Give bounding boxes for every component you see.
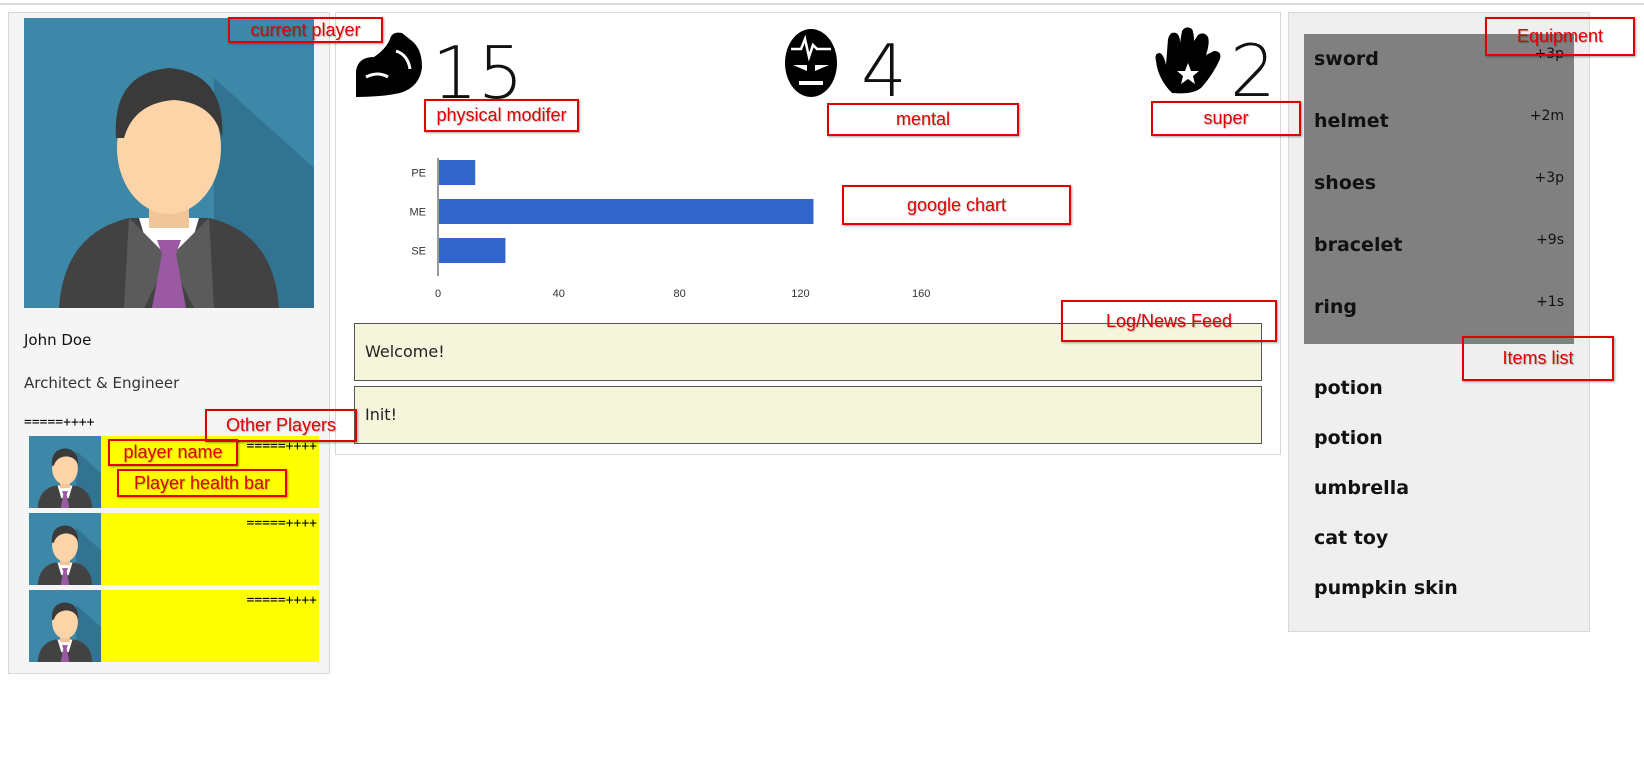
other-player-avatar (29, 436, 101, 508)
annotation-player-name: player name (108, 439, 238, 466)
chart-bar-se (439, 238, 506, 263)
equipment-list: sword +3p helmet +2m shoes +3p bracelet … (1304, 34, 1574, 344)
equipment-modifier: +2m (1529, 108, 1564, 124)
burst-hand-icon (1155, 27, 1221, 94)
annotation-physical: physical modifer (424, 99, 579, 132)
player-health-bar: =====++++ (24, 415, 95, 430)
other-player-card[interactable]: =====++++ (29, 590, 319, 662)
equipment-item[interactable]: bracelet +9s (1304, 220, 1574, 282)
chart-category-label: ME (410, 207, 427, 219)
list-item[interactable]: cat toy (1314, 523, 1458, 573)
player-role: Architect & Engineer (24, 374, 180, 392)
annotation-equipment: Equipment (1485, 17, 1635, 56)
stats-bar-chart: PE ME SE 0 40 80 120 160 (410, 158, 930, 300)
equipment-modifier: +1s (1536, 294, 1564, 310)
equipment-modifier: +3p (1534, 170, 1564, 186)
other-player-avatar (29, 590, 101, 662)
list-item[interactable]: pumpkin skin (1314, 573, 1458, 623)
list-item[interactable]: umbrella (1314, 473, 1458, 523)
other-player-card[interactable]: =====++++ (29, 513, 319, 585)
annotation-chart: google chart (842, 185, 1071, 225)
super-value: 2 (1230, 29, 1276, 113)
annotation-feed: Log/News Feed (1061, 300, 1277, 342)
inventory-panel: sword +3p helmet +2m shoes +3p bracelet … (1288, 12, 1590, 632)
annotation-mental: mental (827, 103, 1019, 136)
equipment-item[interactable]: shoes +3p (1304, 158, 1574, 220)
feed-entry: Init! (354, 386, 1262, 444)
chart-bar-me (439, 199, 814, 224)
list-item[interactable]: potion (1314, 373, 1458, 423)
other-player-health-bar: =====++++ (246, 516, 317, 531)
equipment-name: ring (1314, 296, 1358, 318)
top-divider (0, 3, 1644, 5)
chart-category-label: SE (411, 246, 426, 258)
player-avatar (24, 18, 314, 308)
chart-bar-pe (439, 160, 476, 185)
chart-tick-label: 160 (912, 288, 930, 300)
annotation-current-player: current player (228, 17, 383, 43)
equipment-name: shoes (1314, 172, 1377, 194)
stats-panel: 15 4 2 PE ME SE 0 40 80 120 160 Welcome! Init! (335, 12, 1281, 455)
stat-super: 2 (1150, 25, 1276, 107)
equipment-name: sword (1314, 48, 1379, 70)
annotation-other-players: Other Players (205, 409, 357, 442)
equipment-item[interactable]: helmet +2m (1304, 96, 1574, 158)
equipment-name: bracelet (1314, 234, 1403, 256)
annotation-super: super (1151, 101, 1301, 136)
chart-tick-label: 120 (791, 288, 809, 300)
chart-tick-label: 40 (553, 288, 565, 300)
mental-value: 4 (861, 29, 907, 113)
brain-mask-icon (785, 29, 837, 97)
annotation-items: Items list (1462, 336, 1614, 381)
other-player-health-bar: =====++++ (246, 593, 317, 608)
equipment-item[interactable]: ring +1s (1304, 282, 1574, 344)
equipment-name: helmet (1314, 110, 1389, 132)
items-list: potion potion umbrella cat toy pumpkin s… (1314, 373, 1458, 623)
annotation-health-bar: Player health bar (117, 469, 287, 497)
current-player-panel: John Doe Architect & Engineer =====++++ … (8, 12, 330, 674)
chart-category-label: PE (411, 168, 426, 180)
stat-mental: 4 (781, 25, 907, 107)
other-player-avatar (29, 513, 101, 585)
equipment-modifier: +9s (1536, 232, 1564, 248)
list-item[interactable]: potion (1314, 423, 1458, 473)
player-name: John Doe (24, 331, 92, 349)
chart-tick-label: 80 (673, 288, 685, 300)
chart-tick-label: 0 (435, 288, 441, 300)
